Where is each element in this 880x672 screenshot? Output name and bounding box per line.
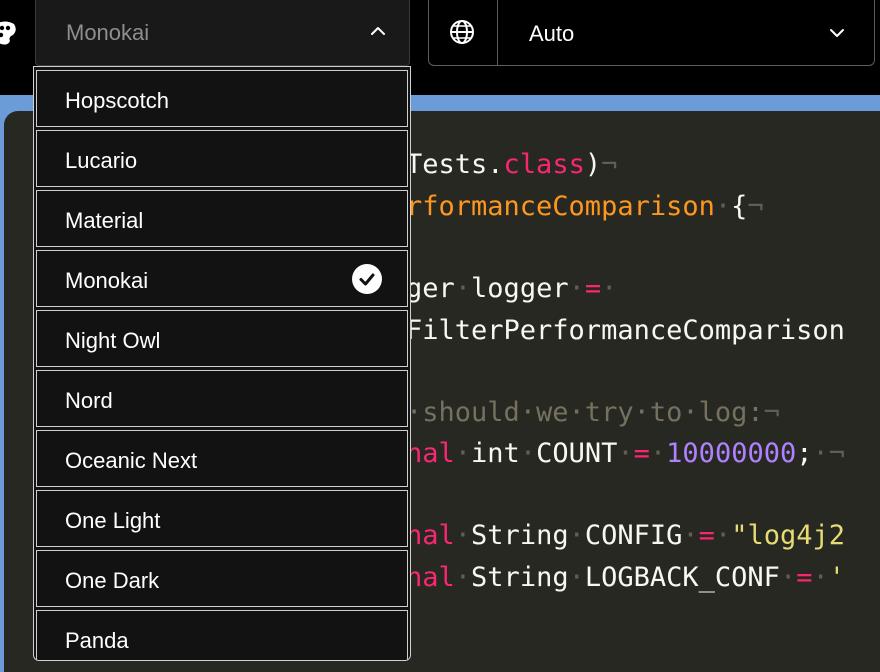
theme-option[interactable]: Nord (36, 370, 408, 427)
theme-option[interactable]: One Dark (36, 550, 408, 607)
theme-option[interactable]: Lucario (36, 130, 408, 187)
code-line-4: FilterPerformanceComparison (406, 315, 845, 346)
theme-option-label: Material (65, 208, 144, 233)
theme-option-label: Monokai (65, 268, 149, 293)
code-line-2: rformanceComparison·{¬ (406, 191, 764, 222)
code-line-1: Tests.class)¬ (406, 149, 618, 180)
theme-option-label: One Dark (65, 568, 160, 593)
theme-option[interactable]: Panda (36, 610, 408, 660)
theme-option-label: Nord (65, 388, 113, 413)
theme-option[interactable]: One Light (36, 490, 408, 547)
theme-option[interactable]: Oceanic Next (36, 430, 408, 487)
theme-option-label: Night Owl (65, 328, 161, 353)
theme-option-label: Oceanic Next (65, 448, 198, 473)
language-select-value: Auto (529, 21, 575, 46)
theme-option-label: Hopscotch (65, 88, 169, 113)
theme-option-label: Lucario (65, 148, 138, 173)
theme-select[interactable]: Monokai (35, 0, 410, 66)
code-line-3: ger·logger·=· (406, 273, 618, 304)
theme-option-label: Panda (65, 628, 129, 653)
theme-option-label: One Light (65, 508, 161, 533)
code-line-5: ·should·we·try·to·log:¬ (406, 397, 780, 428)
checkmark-circle-icon (352, 264, 382, 294)
chevron-up-icon (369, 22, 387, 40)
palette-icon[interactable] (0, 20, 16, 46)
code-line-6: nal·int·COUNT·=·10000000;·¬ (406, 438, 846, 469)
chevron-down-icon (828, 24, 846, 42)
theme-option[interactable]: Night Owl (36, 310, 408, 367)
code-line-8: nal·String·LOGBACK_CONF·=·' (406, 562, 845, 593)
language-icon-box (429, 0, 498, 65)
theme-option[interactable]: Material (36, 190, 408, 247)
language-select[interactable]: Auto (428, 0, 875, 66)
theme-option[interactable]: Hopscotch (36, 70, 408, 127)
theme-dropdown-list[interactable]: Hopscotch Lucario Material Monokai Night… (33, 66, 411, 661)
code-line-7: nal·String·CONFIG·=·"log4j2 (406, 520, 845, 551)
theme-option-selected[interactable]: Monokai (36, 250, 408, 307)
globe-icon (449, 19, 475, 45)
theme-select-value: Monokai (66, 20, 150, 45)
